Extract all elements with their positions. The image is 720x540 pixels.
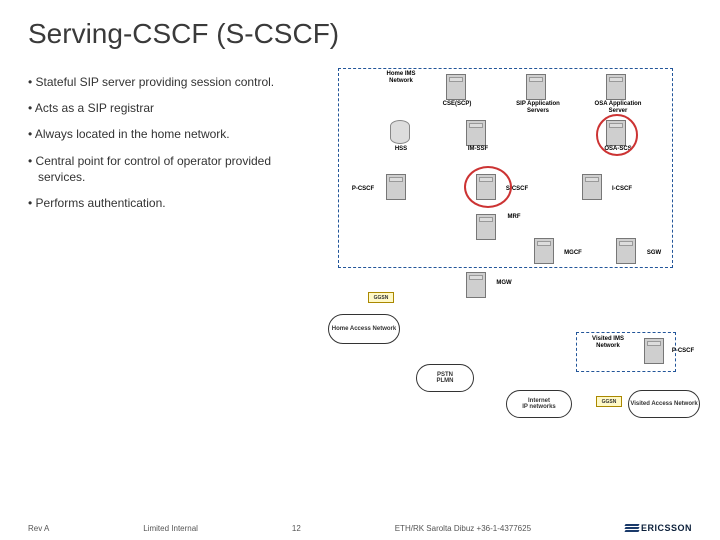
- icscf-label: I-CSCF: [606, 186, 638, 193]
- ggsn-visited: GGSN: [596, 396, 622, 407]
- pcscf-home-label: P-CSCF: [346, 186, 380, 193]
- pcscf-visited-node: [644, 338, 664, 364]
- highlight-circle-osa: [596, 114, 638, 156]
- highlight-circle-scscf: [464, 166, 512, 208]
- ericsson-logo-text: ERICSSON: [641, 523, 692, 533]
- ericsson-icon: [625, 522, 637, 534]
- sgw-node: [616, 238, 636, 264]
- footer-page: 12: [292, 524, 301, 533]
- imssf-label: IM-SSF: [458, 146, 498, 153]
- pcscf-visited-label: P-CSCF: [668, 348, 698, 355]
- mrf-label: MRF: [502, 214, 526, 221]
- mgcf-label: MGCF: [560, 250, 586, 257]
- home-access-cloud: Home Access Network: [328, 314, 400, 344]
- hss-label: HSS: [386, 146, 416, 153]
- visited-ims-label: Visited IMS Network: [582, 336, 634, 349]
- slide-footer: Rev A Limited Internal 12 ETH/RK Sarolta…: [0, 522, 720, 534]
- bullet-item: Always located in the home network.: [28, 126, 308, 142]
- bullet-item: Performs authentication.: [28, 195, 308, 211]
- footer-classification: Limited Internal: [143, 524, 198, 533]
- internet-cloud: Internet IP networks: [506, 390, 572, 418]
- pstn-cloud: PSTN PLMN: [416, 364, 474, 392]
- bullet-item: Acts as a SIP registrar: [28, 100, 308, 116]
- bullet-item: Stateful SIP server providing session co…: [28, 74, 308, 90]
- icscf-node: [582, 174, 602, 200]
- cse-node: [446, 74, 466, 100]
- ggsn-home: GGSN: [368, 292, 394, 303]
- mgw-node: [466, 272, 486, 298]
- sip-as-node: [526, 74, 546, 100]
- page-title: Serving-CSCF (S-CSCF): [28, 18, 692, 50]
- mgcf-node: [534, 238, 554, 264]
- mgw-label: MGW: [492, 280, 516, 287]
- network-diagram: Home IMS Network CSE(SCP) SIP Applicatio…: [316, 74, 692, 434]
- cse-label: CSE(SCP): [436, 101, 478, 108]
- imssf-node: [466, 120, 486, 146]
- visited-access-cloud: Visited Access Network: [628, 390, 700, 418]
- hss-node: [390, 120, 410, 144]
- bullet-list: Stateful SIP server providing session co…: [28, 74, 308, 434]
- pcscf-home-node: [386, 174, 406, 200]
- osa-as-label: OSA Application Server: [592, 101, 644, 114]
- ericsson-logo: ERICSSON: [625, 522, 692, 534]
- footer-attribution: ETH/RK Sarolta Dibuz +36-1-4377625: [395, 524, 531, 533]
- osa-as-node: [606, 74, 626, 100]
- bullet-item: Central point for control of operator pr…: [28, 153, 308, 185]
- sgw-label: SGW: [642, 250, 666, 257]
- mrf-node: [476, 214, 496, 240]
- footer-rev: Rev A: [28, 524, 49, 533]
- sip-as-label: SIP Application Servers: [512, 101, 564, 114]
- home-ims-label: Home IMS Network: [376, 71, 426, 84]
